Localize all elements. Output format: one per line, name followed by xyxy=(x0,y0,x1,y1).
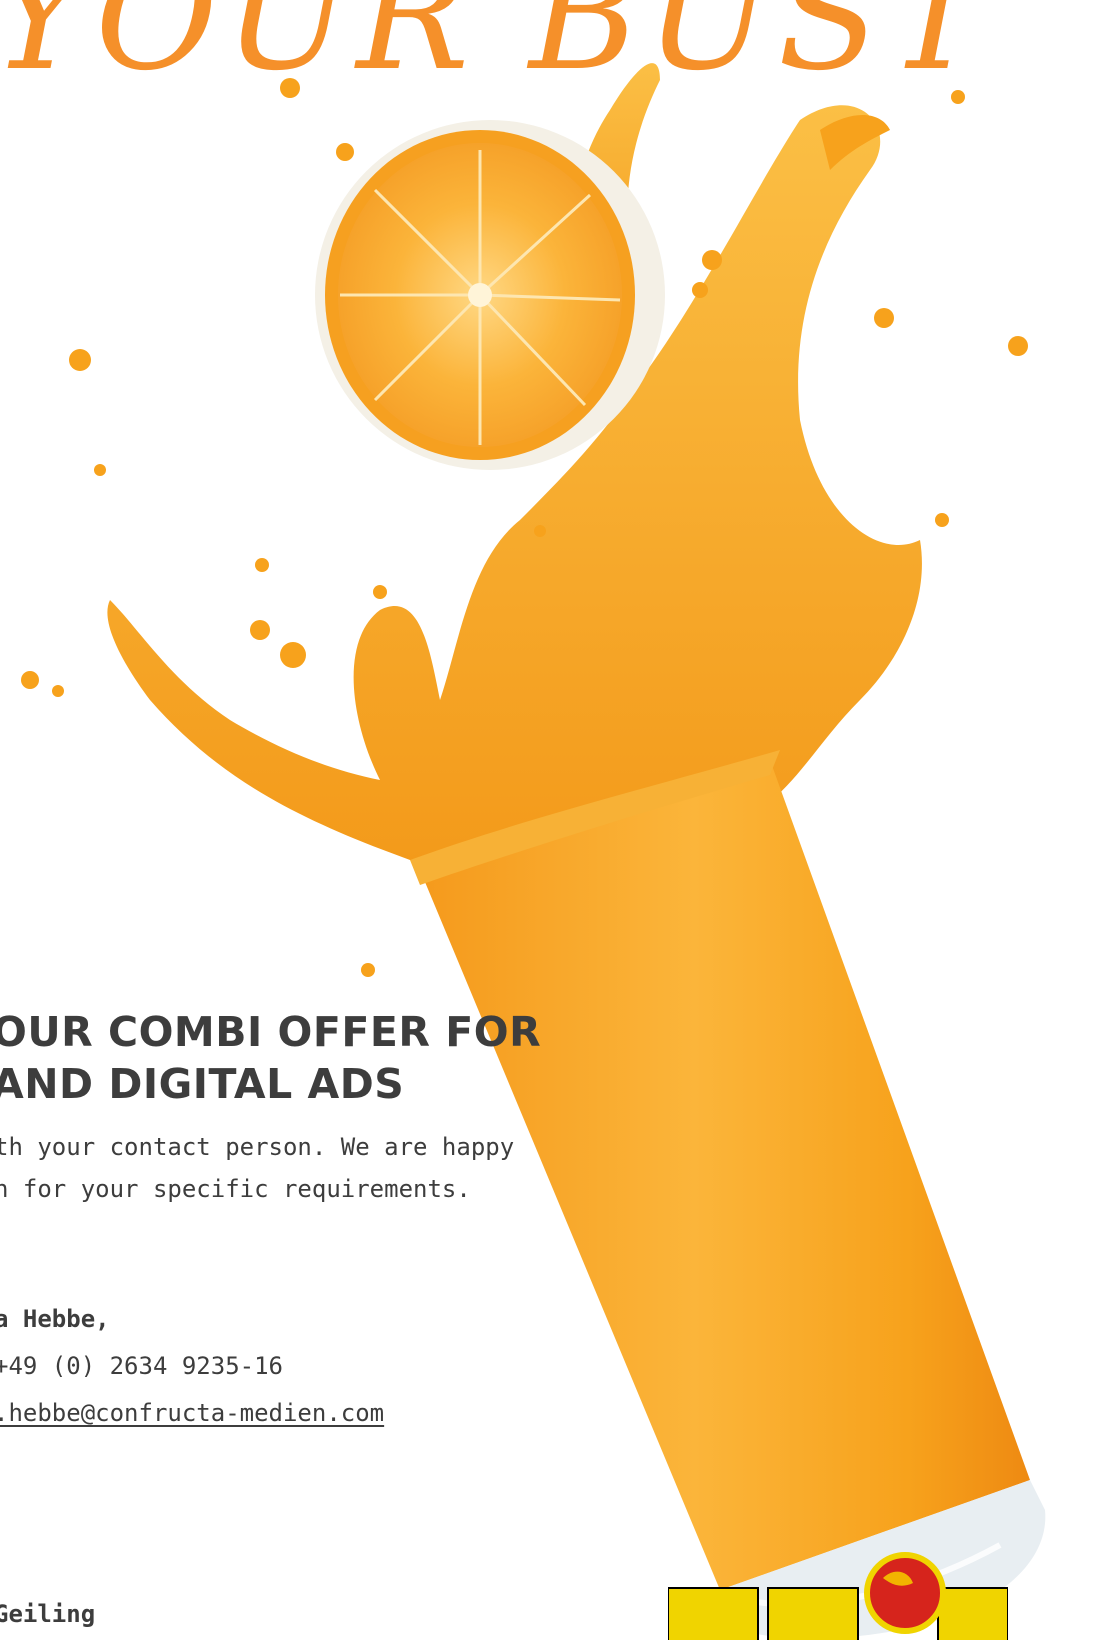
fruit-logo xyxy=(668,1552,1008,1640)
orange-half xyxy=(315,120,665,470)
ad-page: YOUR BUST OUR COMBI OFFER FOR AND DIGITA… xyxy=(0,0,1110,1640)
contact-block: a Hebbe, +49 (0) 2634 9235-16 .hebbe@con… xyxy=(0,1296,384,1437)
second-contact-name: Geiling xyxy=(0,1600,96,1628)
intro-line-2: n for your specific requirements. xyxy=(0,1175,471,1203)
contact-phone: +49 (0) 2634 9235-16 xyxy=(0,1352,283,1380)
intro-line-1: th your contact person. We are happy xyxy=(0,1133,515,1161)
headline-line-2: AND DIGITAL ADS xyxy=(0,1060,405,1108)
contact-name: a Hebbe, xyxy=(0,1305,110,1333)
headline-line-1: OUR COMBI OFFER FOR xyxy=(0,1008,542,1056)
contact-email-link[interactable]: .hebbe@confructa-medien.com xyxy=(0,1399,384,1427)
intro-text: th your contact person. We are happy n f… xyxy=(0,1126,514,1210)
headline: OUR COMBI OFFER FOR AND DIGITAL ADS xyxy=(0,1006,541,1110)
